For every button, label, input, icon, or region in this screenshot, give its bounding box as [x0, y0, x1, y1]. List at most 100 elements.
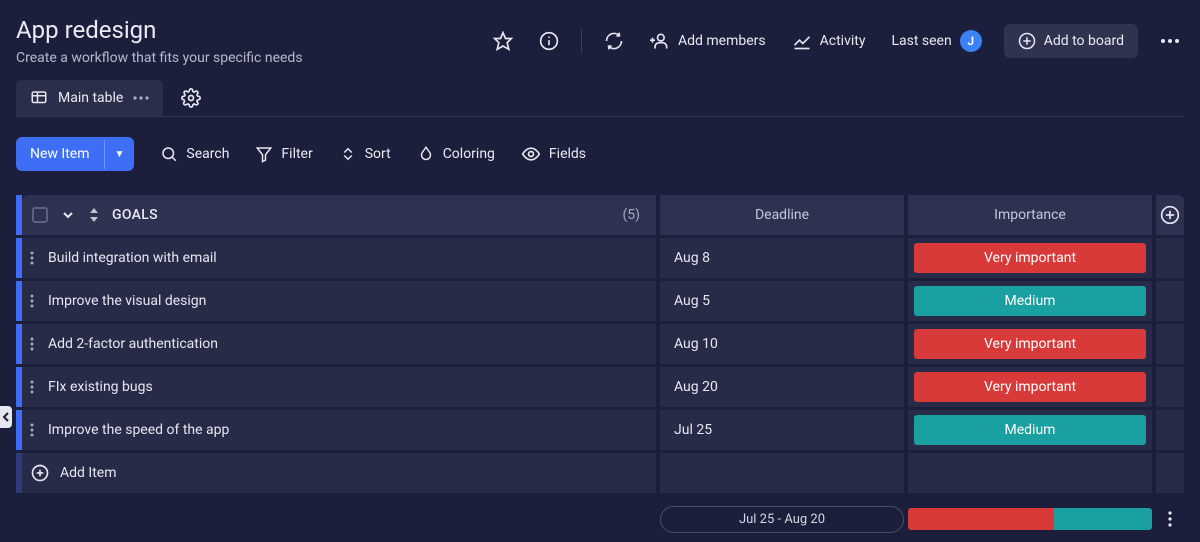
drag-handle-icon[interactable] — [30, 251, 34, 265]
search-button[interactable]: Search — [160, 145, 229, 163]
empty-cell — [1156, 238, 1184, 278]
add-item-button[interactable]: Add Item — [22, 453, 656, 493]
drag-handle-icon[interactable] — [30, 337, 34, 351]
plus-circle-icon — [1160, 205, 1180, 225]
tab-main-table[interactable]: Main table — [16, 80, 163, 116]
last-seen-button[interactable]: Last seen J — [887, 24, 985, 58]
column-header-deadline[interactable]: Deadline — [660, 195, 904, 235]
row-importance-cell[interactable]: Medium — [908, 281, 1152, 321]
sort-label: Sort — [365, 146, 391, 162]
row-deadline-cell[interactable]: Aug 5 — [660, 281, 904, 321]
date-range-pill: Jul 25 - Aug 20 — [660, 506, 904, 533]
coloring-label: Coloring — [443, 146, 495, 162]
drag-handle-icon[interactable] — [30, 294, 34, 308]
filter-label: Filter — [281, 146, 312, 162]
row-importance-cell[interactable]: Medium — [908, 410, 1152, 450]
importance-pill: Very important — [914, 243, 1146, 273]
tab-label: Main table — [58, 90, 123, 106]
add-to-board-label: Add to board — [1044, 33, 1124, 49]
table-row[interactable]: Add 2-factor authentication Aug 10 Very im… — [16, 324, 1184, 364]
activity-button[interactable]: Activity — [788, 25, 870, 57]
search-icon — [160, 145, 178, 163]
divider — [581, 29, 582, 53]
row-name: Add 2-factor authentication — [48, 336, 218, 352]
column-header-importance[interactable]: Importance — [908, 195, 1152, 235]
table-row[interactable]: FIx existing bugs Aug 20 Very important — [16, 367, 1184, 407]
board-settings-icon[interactable] — [177, 82, 205, 114]
row-deadline-cell[interactable]: Aug 8 — [660, 238, 904, 278]
page-title: App redesign — [16, 16, 303, 44]
more-icon[interactable] — [1156, 32, 1184, 50]
group-name[interactable]: GOALS — [112, 207, 610, 223]
summary-more-icon[interactable] — [1156, 503, 1184, 535]
droplet-icon — [417, 145, 435, 163]
row-deadline-cell[interactable]: Aug 20 — [660, 367, 904, 407]
column-sort-icon[interactable] — [88, 208, 100, 222]
importance-segment-very — [908, 508, 1054, 530]
table-row[interactable]: Improve the visual design Aug 5 Medium — [16, 281, 1184, 321]
empty-cell — [1156, 410, 1184, 450]
collapse-group-icon[interactable] — [60, 207, 76, 223]
drag-handle-icon[interactable] — [30, 423, 34, 437]
tab-more-icon[interactable] — [133, 96, 149, 100]
expand-sidebar-handle[interactable] — [0, 406, 12, 428]
empty-cell — [1156, 281, 1184, 321]
new-item-caret-icon[interactable]: ▼ — [104, 140, 135, 169]
row-name-cell[interactable]: Improve the speed of the app — [22, 410, 656, 450]
avatar: J — [960, 30, 982, 52]
empty-cell — [908, 453, 1152, 493]
add-members-button[interactable]: Add members — [646, 25, 770, 57]
importance-pill: Very important — [914, 372, 1146, 402]
summary-importance-bar — [908, 503, 1152, 535]
row-importance-cell[interactable]: Very important — [908, 324, 1152, 364]
row-name: Improve the visual design — [48, 293, 206, 309]
search-label: Search — [186, 146, 229, 162]
row-name-cell[interactable]: Improve the visual design — [22, 281, 656, 321]
sync-icon[interactable] — [600, 25, 628, 57]
filter-button[interactable]: Filter — [255, 145, 312, 163]
table-row[interactable]: Improve the speed of the app Jul 25 Medium — [16, 410, 1184, 450]
sort-icon — [339, 145, 357, 163]
add-item-label: Add Item — [60, 465, 117, 481]
row-name-cell[interactable]: Build integration with email — [22, 238, 656, 278]
last-seen-label: Last seen — [891, 33, 951, 49]
add-to-board-button[interactable]: Add to board — [1004, 24, 1138, 58]
drag-handle-icon[interactable] — [30, 380, 34, 394]
group-header-main: GOALS (5) — [22, 195, 656, 235]
empty-cell — [1156, 453, 1184, 493]
row-deadline-cell[interactable]: Jul 25 — [660, 410, 904, 450]
importance-pill: Medium — [914, 286, 1146, 316]
importance-segment-medium — [1054, 508, 1152, 530]
coloring-button[interactable]: Coloring — [417, 145, 495, 163]
filter-icon — [255, 145, 273, 163]
sort-button[interactable]: Sort — [339, 145, 391, 163]
row-importance-cell[interactable]: Very important — [908, 367, 1152, 407]
row-name-cell[interactable]: FIx existing bugs — [22, 367, 656, 407]
add-members-label: Add members — [678, 33, 766, 49]
fields-label: Fields — [549, 146, 586, 162]
select-all-checkbox[interactable] — [32, 207, 48, 223]
row-name: Improve the speed of the app — [48, 422, 229, 438]
info-icon[interactable] — [535, 25, 563, 57]
table-row[interactable]: Build integration with email Aug 8 Very im… — [16, 238, 1184, 278]
new-item-label: New Item — [16, 137, 104, 171]
empty-cell — [660, 453, 904, 493]
summary-date-range: Jul 25 - Aug 20 — [660, 503, 904, 535]
fields-button[interactable]: Fields — [521, 144, 586, 164]
importance-pill: Very important — [914, 329, 1146, 359]
row-name: FIx existing bugs — [48, 379, 153, 395]
row-name: Build integration with email — [48, 250, 217, 266]
row-name-cell[interactable]: Add 2-factor authentication — [22, 324, 656, 364]
empty-cell — [1156, 367, 1184, 407]
plus-circle-icon — [30, 463, 50, 483]
activity-label: Activity — [820, 33, 866, 49]
row-importance-cell[interactable]: Very important — [908, 238, 1152, 278]
eye-icon — [521, 144, 541, 164]
importance-pill: Medium — [914, 415, 1146, 445]
star-icon[interactable] — [489, 25, 517, 57]
new-item-button[interactable]: New Item ▼ — [16, 137, 134, 171]
add-column-button[interactable] — [1156, 195, 1184, 235]
group-count: (5) — [622, 207, 646, 223]
table-view-icon — [30, 89, 48, 107]
row-deadline-cell[interactable]: Aug 10 — [660, 324, 904, 364]
